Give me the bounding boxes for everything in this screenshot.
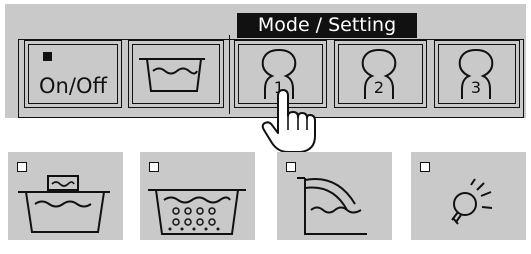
memory-number: 3: [471, 78, 481, 97]
bath-fill-icon: [139, 58, 205, 92]
memory-2-button[interactable]: 2: [334, 40, 427, 108]
memory-3-button-inner: 3: [438, 44, 516, 104]
memory-2-button-inner: 2: [338, 44, 423, 104]
hand-cursor-icon: [261, 89, 316, 153]
user-memory-3-icon: 3: [458, 48, 494, 99]
bath-refill-button[interactable]: [277, 152, 392, 240]
light-button[interactable]: [411, 152, 526, 240]
bath-fill-button-inner: [132, 44, 220, 104]
bath-refill-icon: [297, 177, 367, 235]
power-indicator: [43, 52, 52, 61]
bath-fill-button[interactable]: [128, 40, 224, 108]
bath-bubbles-icon: [148, 189, 246, 235]
mode-setting-label: Mode / Setting: [237, 13, 417, 38]
light-icon: [451, 178, 493, 225]
bath-bubbles-button[interactable]: [140, 152, 255, 240]
memory-3-button[interactable]: 3: [434, 40, 520, 108]
bath-heat-button[interactable]: [8, 152, 123, 240]
button-divider: [229, 35, 230, 114]
on-off-label: On/Off: [39, 74, 107, 98]
bath-heat-icon: [18, 175, 110, 233]
on-off-button[interactable]: On/Off: [24, 40, 122, 108]
on-off-button-inner: On/Off: [28, 44, 118, 104]
user-memory-2-icon: 2: [361, 48, 397, 99]
memory-number: 2: [374, 78, 384, 97]
